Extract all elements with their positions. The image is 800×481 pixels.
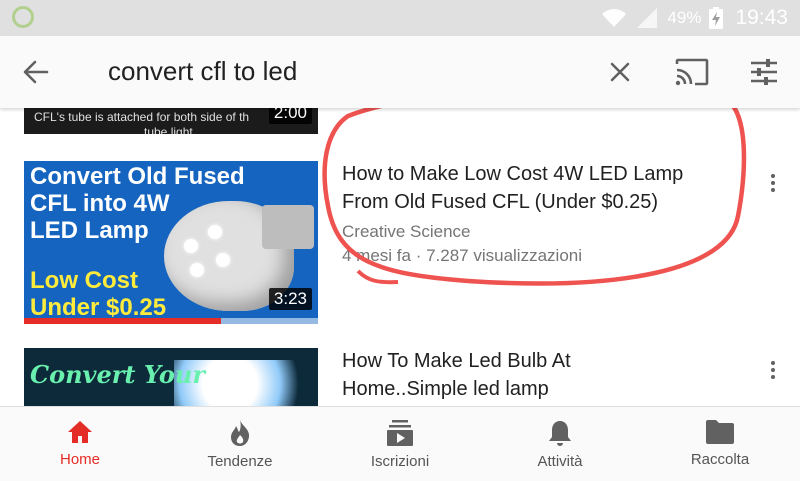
thumbnail-caption: tube light: [144, 125, 193, 134]
thumbnail-price-text: Under $0.25: [30, 294, 167, 321]
video-thumbnail[interactable]: Convert Your: [24, 348, 318, 406]
bottom-navigation: Home Tendenze Iscrizioni Attività Raccol…: [0, 406, 800, 481]
video-thumbnail[interactable]: Convert Old Fused CFL into 4W LED Lamp L…: [24, 161, 318, 324]
nav-subscriptions[interactable]: Iscrizioni: [320, 407, 480, 481]
clock: 19:43: [735, 6, 788, 29]
video-title[interactable]: How to Make Low Cost 4W LED Lamp: [342, 160, 742, 188]
video-duration: 2:00: [268, 108, 312, 124]
folder-icon: [706, 420, 734, 444]
status-bar: 49% 19:43: [0, 0, 800, 36]
bulb-base-illustration: [262, 205, 314, 249]
battery-percentage: 49%: [667, 8, 702, 27]
close-icon: [610, 62, 630, 82]
nav-home[interactable]: Home: [0, 407, 160, 481]
subscriptions-icon: [387, 420, 413, 446]
bell-icon: [549, 421, 571, 446]
led-chip: [216, 253, 230, 267]
thumbnail-headline: Convert Old Fused: [30, 163, 245, 190]
thumbnail-headline: LED Lamp: [30, 217, 149, 244]
led-chip: [184, 239, 198, 253]
video-title[interactable]: How To Make Led Bulb At: [342, 347, 742, 375]
video-thumbnail-previous[interactable]: CFL's tube is attached for both side of …: [24, 108, 318, 134]
video-duration: 3:23: [268, 288, 312, 310]
nav-label: Tendenze: [207, 453, 273, 470]
video-title[interactable]: From Old Fused CFL (Under $0.25): [342, 188, 742, 216]
led-chip: [190, 263, 204, 277]
search-query[interactable]: convert cfl to led: [108, 56, 297, 87]
home-icon: [68, 421, 92, 443]
more-options-button[interactable]: [762, 168, 784, 198]
app-notification-icon: [12, 6, 34, 28]
led-chip: [208, 225, 222, 239]
search-results-list[interactable]: CFL's tube is attached for both side of …: [0, 108, 800, 406]
watch-progress-bar: [24, 318, 221, 324]
search-header: convert cfl to led: [0, 36, 800, 108]
nav-label: Home: [59, 451, 100, 468]
clear-search-button[interactable]: [598, 50, 642, 94]
nav-label: Raccolta: [690, 451, 750, 468]
video-title[interactable]: Home..Simple led lamp: [342, 375, 742, 403]
nav-library[interactable]: Raccolta: [640, 407, 800, 481]
thumbnail-headline: CFL into 4W: [30, 190, 170, 217]
video-meta: 4 mesi fa · 7.287 visualizzazioni: [342, 246, 583, 265]
status-icons: 49% 19:43: [601, 0, 788, 36]
filter-sliders-icon: [751, 59, 777, 85]
battery-charging-icon: [709, 7, 724, 29]
channel-name: Creative Science: [342, 222, 471, 241]
signal-icon: [637, 8, 658, 28]
nav-label: Attività: [537, 453, 583, 470]
nav-trending[interactable]: Tendenze: [160, 407, 320, 481]
cast-button[interactable]: [670, 50, 714, 94]
thumbnail-headline: Convert Your: [30, 360, 206, 389]
thumbnail-price-text: Low Cost: [30, 267, 138, 294]
back-arrow-icon: [23, 60, 49, 84]
filter-button[interactable]: [742, 50, 786, 94]
nav-activity[interactable]: Attività: [480, 407, 640, 481]
thumbnail-caption: CFL's tube is attached for both side of …: [34, 110, 250, 124]
cast-icon: [675, 58, 709, 86]
back-button[interactable]: [14, 50, 58, 94]
more-options-button[interactable]: [762, 355, 784, 385]
flame-icon: [231, 420, 250, 446]
watch-progress-remaining: [220, 318, 318, 324]
wifi-icon: [602, 9, 627, 27]
nav-label: Iscrizioni: [370, 453, 430, 470]
